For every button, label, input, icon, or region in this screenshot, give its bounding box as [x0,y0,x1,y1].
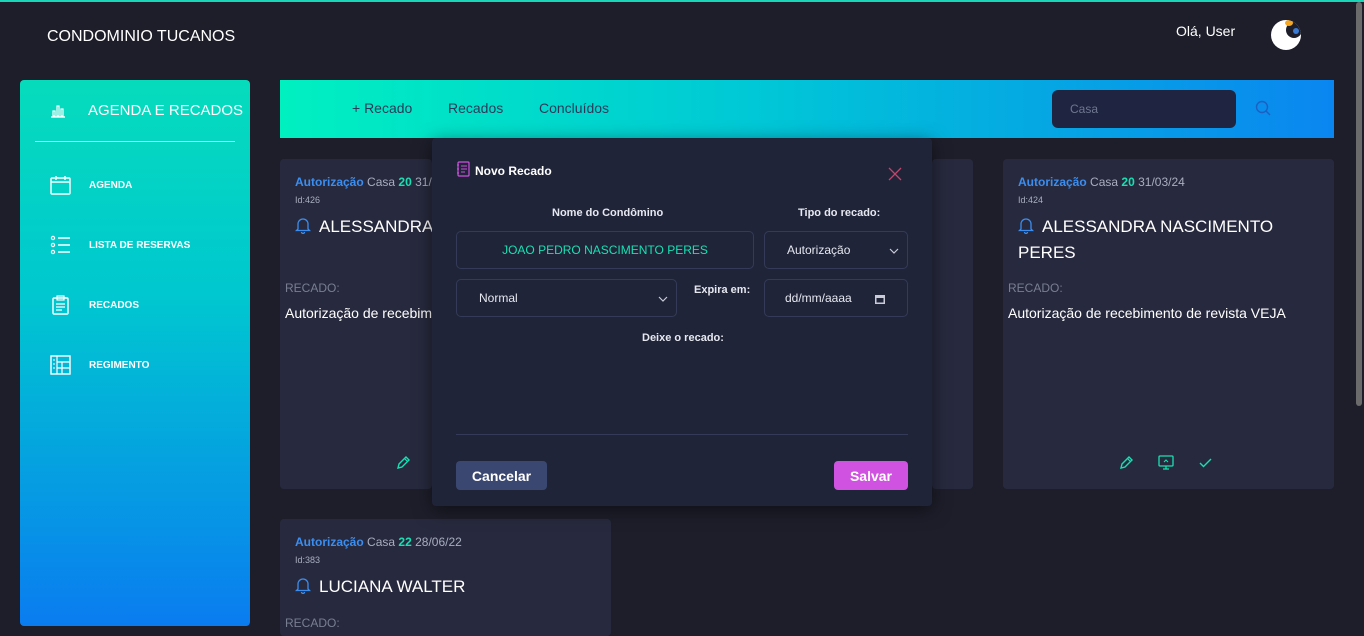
avatar-toucan-eye [1293,28,1299,34]
chevron-down-icon [889,245,899,259]
pencil-icon[interactable] [396,455,411,475]
card-meta: Autorização Casa 20 31/ [295,175,432,189]
card-type: Autorização [1018,175,1087,189]
sidebar-item-label: LISTA DE RESERVAS [89,239,191,251]
expira-label: Expira em: [694,284,751,296]
bar-chart-icon [50,104,66,118]
page-scrollbar[interactable] [1356,2,1362,406]
sidebar-item-label: RECADOS [89,299,140,311]
condomino-name-value: JOAO PEDRO NASCIMENTO PERES [502,243,708,257]
recado-textarea-label: Deixe o recado: [642,332,724,344]
card-name-text: LUCIANA WALTER [319,577,466,596]
top-accent-line [0,0,1364,2]
recado-card: Autorização Casa 20 31/ Id:426 ALESSANDR… [280,159,432,489]
search-icon[interactable] [1255,100,1271,121]
card-date: 31/ [415,175,432,189]
recado-card: Autorização Casa 20 31/03/24 Id:424 ALES… [1003,159,1334,489]
card-recado-text: Autorização de recebimento de revista VE… [1008,305,1286,321]
check-icon[interactable] [1198,455,1213,475]
card-resident-name: ALESSANDRA PERES [294,215,432,241]
new-recado-modal: Novo Recado Nome do Condômino Tipo do re… [432,138,932,506]
user-avatar[interactable] [1271,20,1301,50]
bell-icon [294,577,312,601]
sidebar-header: AGENDA E RECADOS [50,102,243,119]
card-casa-label: Casa [1090,175,1119,189]
card-actions [1119,455,1213,475]
recado-card: Autorização Casa 22 28/06/22 Id:383 LUCI… [280,519,611,636]
card-name-text: ALESSANDRA PERES [319,217,432,236]
card-meta: Autorização Casa 20 31/03/24 [1018,175,1185,189]
card-resident-name: LUCIANA WALTER [294,575,585,601]
tipo-recado-label: Tipo do recado: [798,207,881,219]
sidebar-title: AGENDA E RECADOS [88,102,244,119]
sidebar-divider [35,141,235,142]
card-casa-label: Casa [367,175,396,189]
card-id: Id:383 [295,555,321,565]
card-casa-number: 20 [1121,175,1135,189]
bell-icon [1017,217,1035,241]
user-greeting: Olá, User [1176,23,1236,39]
recado-textarea[interactable] [456,350,908,434]
card-id: Id:424 [1018,195,1044,205]
recado-card-partial [932,159,973,489]
app-brand: CONDOMINIO TUCANOS [47,28,236,45]
card-actions [396,455,411,475]
sidebar-item-regimento[interactable]: REGIMENTO [50,355,149,375]
card-date: 31/03/24 [1138,175,1185,189]
avatar-toucan-beak [1285,20,1293,26]
pencil-icon[interactable] [1119,455,1134,475]
bell-icon [294,217,312,241]
list-icon [50,235,71,255]
monitor-icon[interactable] [1158,455,1174,475]
chevron-down-icon [658,293,668,307]
card-recado-label: RECADO: [1008,281,1063,295]
card-name-text: ALESSANDRA NASCIMENTO PERES [1018,217,1274,262]
tipo-recado-value: Autorização [787,243,851,257]
card-casa-number: 22 [398,535,412,549]
top-navigation-bar: + Recado Recados Concluídos [280,80,1334,138]
card-type: Autorização [295,535,364,549]
modal-title-text: Novo Recado [475,163,552,178]
modal-divider [456,434,908,435]
regiment-icon [50,355,71,375]
condomino-name-field[interactable]: JOAO PEDRO NASCIMENTO PERES [456,231,754,269]
condomino-label: Nome do Condômino [552,207,664,219]
modal-title: Novo Recado [456,161,552,180]
sidebar-item-label: REGIMENTO [89,359,150,371]
prioridade-select[interactable]: Normal [456,279,677,317]
calendar-icon[interactable] [874,293,886,308]
sidebar-item-agenda[interactable]: AGENDA [50,175,132,195]
card-meta: Autorização Casa 22 28/06/22 [295,535,462,549]
close-icon[interactable] [888,167,902,186]
card-casa-number: 20 [398,175,412,189]
nav-link-concluidos[interactable]: Concluídos [539,100,609,116]
nav-link-new-recado[interactable]: + Recado [352,100,412,116]
save-button[interactable]: Salvar [834,461,908,490]
search-input[interactable] [1052,90,1236,128]
card-id: Id:426 [295,195,321,205]
card-casa-label: Casa [367,535,396,549]
tipo-recado-select[interactable]: Autorização [764,231,908,269]
expira-date-input[interactable]: dd/mm/aaaa [764,279,908,317]
card-date: 28/06/22 [415,535,462,549]
clipboard-icon [50,295,71,315]
card-recado-label: RECADO: [285,281,340,295]
notebook-icon [456,161,471,180]
card-recado-label: RECADO: [285,616,340,630]
sidebar: AGENDA E RECADOS AGENDA LISTA DE RESERVA… [20,80,250,626]
sidebar-item-label: AGENDA [89,179,133,191]
calendar-icon [50,175,71,195]
card-recado-text: Autorização de recebim [285,305,432,321]
card-resident-name: ALESSANDRA NASCIMENTO PERES [1017,215,1308,265]
card-type: Autorização [295,175,364,189]
prioridade-value: Normal [479,291,518,305]
nav-link-recados[interactable]: Recados [448,100,503,116]
sidebar-item-lista-de-reservas[interactable]: LISTA DE RESERVAS [50,235,190,255]
sidebar-item-recados[interactable]: RECADOS [50,295,139,315]
cancel-button[interactable]: Cancelar [456,461,547,490]
